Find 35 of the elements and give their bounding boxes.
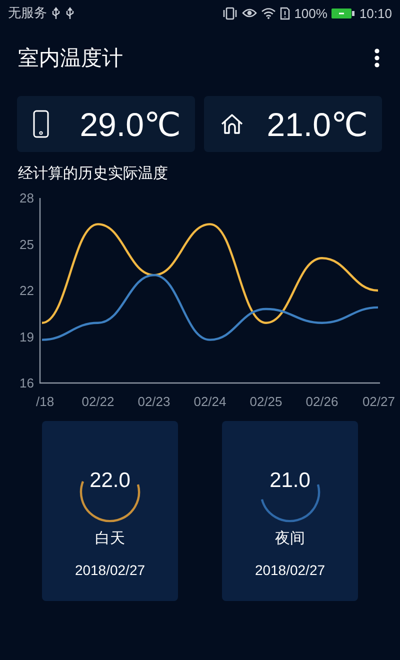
y-tick-label: 22 — [20, 283, 34, 298]
gauge-value: 22.0 — [88, 469, 132, 493]
temperature-value: 29.0℃ — [80, 104, 181, 144]
wifi-icon — [261, 7, 276, 19]
chart-title: 经计算的历史实际温度 — [18, 164, 169, 183]
vibrate-icon — [222, 6, 238, 20]
x-tick-label: 02/22 — [82, 394, 114, 409]
y-tick-label: 19 — [20, 329, 34, 344]
home-icon — [220, 113, 244, 135]
carrier-text: 无服务 — [8, 4, 47, 22]
app-title: 室内温度计 — [18, 46, 123, 72]
x-tick-label: 02/26 — [306, 394, 338, 409]
clock-time: 10:10 — [359, 6, 392, 20]
x-tick-label: /18 — [36, 394, 54, 409]
x-tick-label: 02/27 — [362, 394, 395, 409]
date-text: 2018/02/27 — [254, 562, 326, 578]
period-label: 夜间 — [275, 529, 305, 548]
usb-icon — [51, 6, 61, 20]
eye-icon — [242, 7, 258, 19]
phone-icon — [33, 110, 49, 138]
x-tick-label: 02/23 — [138, 394, 170, 409]
temperature-value: 21.0℃ — [266, 104, 368, 144]
usb-icon — [65, 6, 75, 20]
sim-card-icon — [280, 6, 290, 20]
date-text: 2018/02/27 — [74, 562, 146, 578]
battery-percent: 100% — [294, 6, 328, 20]
more-icon — [374, 48, 380, 68]
battery-icon — [331, 8, 356, 18]
x-tick-label: 02/24 — [194, 394, 226, 409]
period-label: 白天 — [95, 529, 125, 548]
y-tick-label: 25 — [20, 236, 34, 252]
y-tick-label: 28 — [20, 190, 34, 206]
x-tick-label: 02/25 — [250, 394, 282, 409]
y-tick-label: 16 — [20, 376, 34, 390]
gauge-value: 21.0 — [268, 469, 312, 493]
